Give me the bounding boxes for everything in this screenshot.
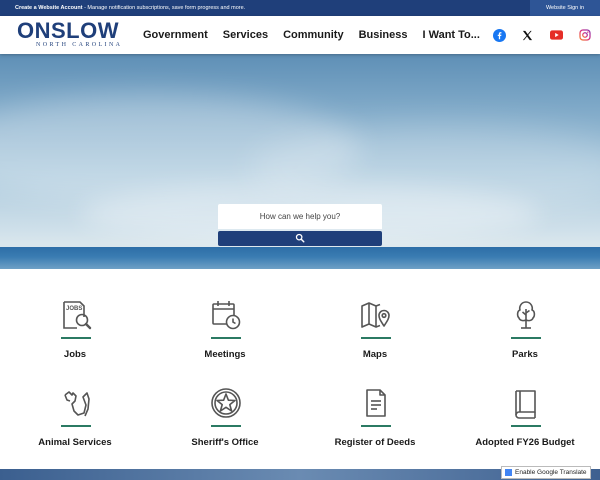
site-header: ONSLOW NORTH CAROLINA Government Service… [0,16,600,54]
jobs-icon: JOBS [60,299,92,331]
instagram-icon[interactable] [576,26,594,44]
hero-ocean [0,247,600,269]
sheriff-star-icon [210,387,242,419]
quick-link-label: Maps [362,349,388,360]
divider [361,425,391,427]
nav-item-services[interactable]: Services [223,29,268,41]
divider [211,337,241,339]
quick-link-maps[interactable]: Maps [300,299,450,379]
google-translate-button[interactable]: Enable Google Translate [501,466,591,479]
onslow-logo[interactable]: ONSLOW NORTH CAROLINA [17,20,121,52]
nav-item-business[interactable]: Business [359,29,408,41]
nav-item-i-want-to[interactable]: I Want To... [422,29,479,41]
quick-link-label: Parks [512,349,538,360]
quick-link-sheriffs-office[interactable]: Sheriff's Office [150,387,300,467]
document-icon [360,387,392,419]
hero-banner: How can we help you? [0,54,600,269]
quick-link-adopted-fy26-budget[interactable]: Adopted FY26 Budget [450,387,600,467]
quick-link-meetings[interactable]: Meetings [150,299,300,379]
create-account-link[interactable]: Create a Website Account [15,5,83,11]
divider [361,337,391,339]
quick-link-animal-services[interactable]: Animal Services [0,387,150,467]
search-icon [295,230,305,248]
x-icon[interactable] [519,26,537,44]
quick-link-jobs[interactable]: JOBS Jobs [0,299,150,379]
divider [511,337,541,339]
quick-link-label: Register of Deeds [334,437,416,448]
map-icon [360,299,392,331]
quick-link-register-of-deeds[interactable]: Register of Deeds [300,387,450,467]
tree-icon [510,299,542,331]
website-signin-button[interactable]: Website Sign in [530,0,600,16]
notification-text: - Manage notification subscriptions, sav… [82,5,246,11]
google-translate-label: Enable Google Translate [515,469,587,476]
divider [211,425,241,427]
divider [61,337,91,339]
divider [511,425,541,427]
nav-item-community[interactable]: Community [283,29,344,41]
google-translate-icon [505,469,512,476]
main-nav: Government Services Community Business I… [143,16,495,54]
social-links [490,26,600,44]
nav-item-government[interactable]: Government [143,29,208,41]
quick-links: JOBS Jobs Meetings Maps Parks Animal Ser… [0,269,600,469]
quick-link-label: Sheriff's Office [191,437,259,448]
notification-bar: Create a Website Account - Manage notifi… [0,0,600,16]
site-search: How can we help you? [218,204,382,247]
svg-text:JOBS: JOBS [66,306,82,312]
notification-message: Create a Website Account - Manage notifi… [0,5,245,11]
youtube-icon[interactable] [547,26,565,44]
quick-link-label: Jobs [63,349,87,360]
quick-link-label: Meetings [204,349,246,360]
search-input[interactable]: How can we help you? [218,204,382,229]
animal-icon [60,387,92,419]
quick-link-label: Animal Services [38,437,112,448]
logo-word: ONSLOW [17,18,119,43]
search-button[interactable] [218,231,382,246]
quick-link-parks[interactable]: Parks [450,299,600,379]
book-icon [510,387,542,419]
logo-subtitle: NORTH CAROLINA [36,42,123,48]
facebook-icon[interactable] [490,26,508,44]
calendar-clock-icon [210,299,242,331]
quick-link-label: Adopted FY26 Budget [475,437,575,448]
divider [61,425,91,427]
